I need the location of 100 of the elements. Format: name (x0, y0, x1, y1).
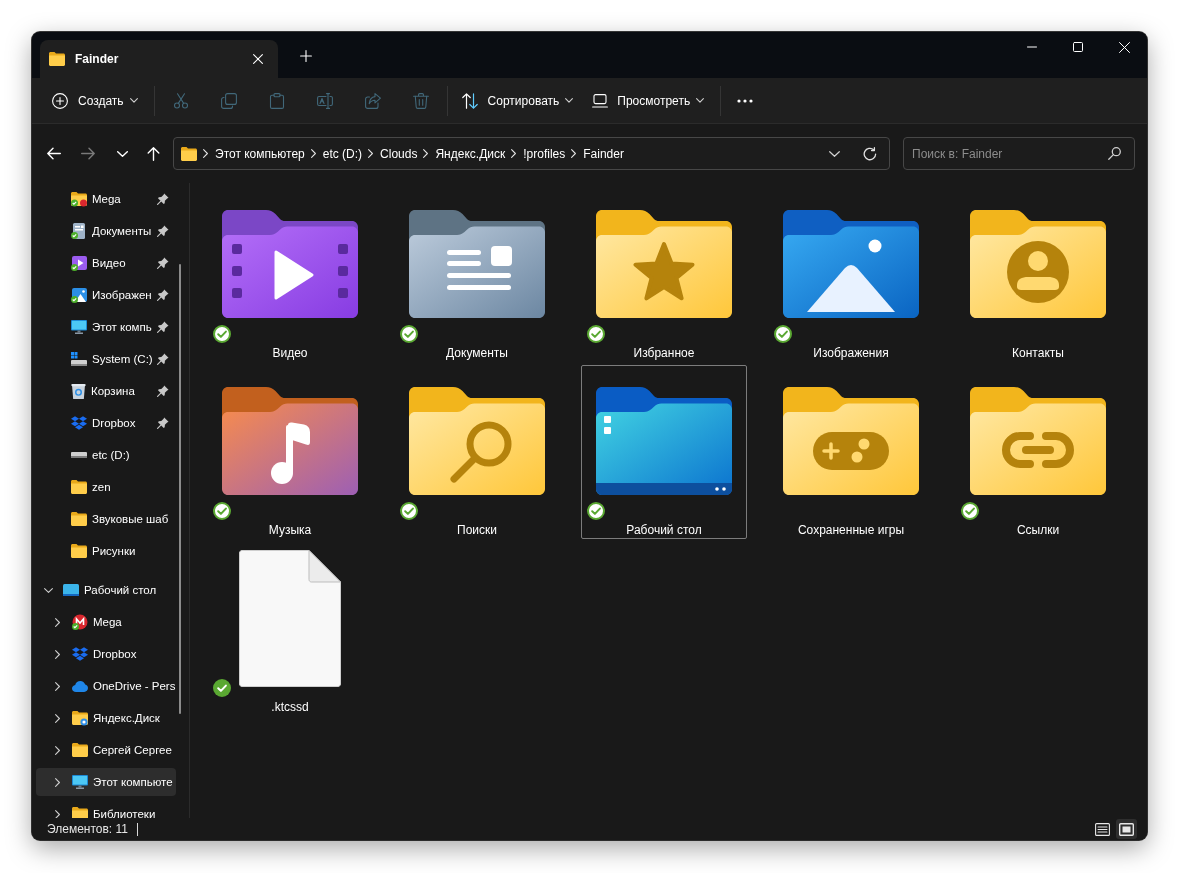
file-item[interactable]: .ktcssd (207, 542, 373, 716)
laptop-icon (592, 93, 609, 108)
recycle-bin-icon (71, 383, 86, 399)
sidebar-item[interactable]: Звуковые шаб (36, 505, 176, 533)
tab[interactable]: Fainder (40, 40, 278, 78)
folder-item[interactable]: Изображения (768, 188, 934, 362)
sidebar-item[interactable]: Документы (36, 217, 176, 245)
breadcrumb-item[interactable]: !profiles (523, 142, 566, 165)
monitor-icon (71, 320, 87, 334)
cloud-icon (72, 680, 88, 692)
new-button[interactable]: Создать (44, 84, 146, 117)
sidebar-item[interactable]: etc (D:) (36, 441, 176, 469)
close-icon (1118, 41, 1130, 53)
breadcrumb-item[interactable]: Яндекс.Диск (435, 142, 506, 165)
sidebar-item[interactable]: Dropbox (36, 409, 176, 437)
trash-icon (412, 92, 429, 109)
folder-item[interactable]: Поиски (394, 365, 560, 539)
share-icon (364, 92, 381, 109)
file-icon (239, 549, 341, 687)
sidebar-item[interactable]: Рисунки (36, 537, 176, 565)
link-folder-icon (970, 387, 1106, 495)
sidebar-item[interactable]: zen (36, 473, 176, 501)
tree-item[interactable]: Библиотеки (36, 800, 176, 818)
folder-icon (49, 52, 65, 66)
chevron-right-icon (571, 149, 577, 158)
tree-item[interactable]: Сергей Сергее (36, 736, 176, 764)
desktop-icon (63, 584, 79, 596)
document-folder-icon (409, 210, 545, 318)
folder-icon (181, 146, 197, 161)
chevron-down-icon (828, 150, 840, 157)
sidebar-item[interactable]: System (C:) (36, 345, 176, 373)
caret-icon (696, 98, 705, 103)
music-folder-icon (222, 387, 358, 495)
folder-item[interactable]: Рабочий стол (581, 365, 747, 539)
scissors-icon (172, 92, 189, 109)
search-field[interactable]: Поиск в: Fainder (903, 137, 1135, 170)
breadcrumb-item[interactable]: Этот компьютер (215, 142, 305, 165)
sort-button[interactable]: Сортировать (453, 84, 582, 117)
maximize-icon (1073, 42, 1083, 52)
chevron-right-icon (368, 149, 374, 158)
tree-item[interactable]: OneDrive - Pers (36, 672, 176, 700)
sidebar-item[interactable]: Видео (36, 249, 176, 277)
scrollbar-thumb[interactable] (179, 264, 181, 714)
folder-icon (71, 512, 87, 526)
caret-icon (565, 98, 574, 103)
folder-item[interactable]: Видео (207, 188, 373, 362)
tree-item[interactable]: Рабочий стол (36, 576, 176, 604)
copy-icon (220, 92, 237, 109)
tree-item[interactable]: Яндекс.Диск (36, 704, 176, 732)
chevron-right-icon (203, 149, 208, 158)
folder-item[interactable]: Музыка (207, 365, 373, 539)
folder-item[interactable]: Ссылки (955, 365, 1121, 539)
logo-icon (71, 416, 87, 430)
drive-icon (71, 352, 87, 366)
star-folder-icon (596, 210, 732, 318)
monitor-icon (72, 775, 88, 789)
sidebar-item[interactable]: Корзина (36, 377, 176, 405)
item-count: Элементов: 11 (47, 822, 128, 836)
drive-icon (71, 452, 87, 458)
breadcrumb-item[interactable]: Clouds (380, 142, 418, 165)
breadcrumb-item[interactable]: Fainder (583, 142, 624, 165)
picture-folder-icon (783, 210, 919, 318)
arrow-right-icon (81, 147, 95, 160)
large-icons-view-button[interactable] (1116, 819, 1137, 839)
chevron-right-icon (511, 149, 517, 158)
folder-item[interactable]: Контакты (955, 188, 1121, 362)
plus-icon (300, 50, 312, 62)
video-folder-icon (222, 210, 358, 318)
logo-icon (72, 647, 88, 661)
plus-circle-icon (52, 92, 68, 109)
chevron-down-icon (116, 150, 128, 157)
breadcrumb-item[interactable]: etc (D:) (322, 142, 363, 165)
arrow-up-icon (146, 146, 160, 161)
folder-icon (72, 807, 88, 818)
document-icon (71, 223, 87, 239)
folder-item[interactable]: Избранное (581, 188, 747, 362)
search-icon (1108, 147, 1121, 160)
sidebar-item[interactable]: Изображен (36, 281, 176, 309)
address-bar[interactable]: Этот компьютер etc (D:) Clouds Яндекс.Диск !profiles Fainder (173, 137, 890, 170)
tree-item[interactable]: Dropbox (36, 640, 176, 668)
folder-item[interactable]: Сохраненные игры (768, 365, 934, 539)
folder-item[interactable]: Документы (394, 188, 560, 362)
sidebar-item[interactable]: Этот компь (36, 313, 176, 341)
details-view-icon (1095, 822, 1110, 836)
folder-icon (72, 710, 88, 726)
close-icon (253, 54, 263, 64)
magnifier-folder-icon (409, 387, 545, 495)
view-button[interactable]: Просмотреть (584, 84, 713, 117)
folder-icon (71, 544, 87, 558)
tree-item[interactable]: Этот компьюте (36, 768, 176, 796)
contact-folder-icon (970, 210, 1106, 318)
image-icon (71, 287, 87, 303)
video-icon (71, 255, 87, 271)
folder-icon (72, 743, 88, 757)
folder-icon (71, 480, 87, 494)
chevron-right-icon (423, 149, 429, 158)
desktop-folder-icon (596, 387, 732, 495)
tree-item[interactable]: Mega (36, 608, 176, 636)
sidebar-item[interactable]: Mega (36, 185, 176, 213)
logo-icon (72, 614, 88, 630)
